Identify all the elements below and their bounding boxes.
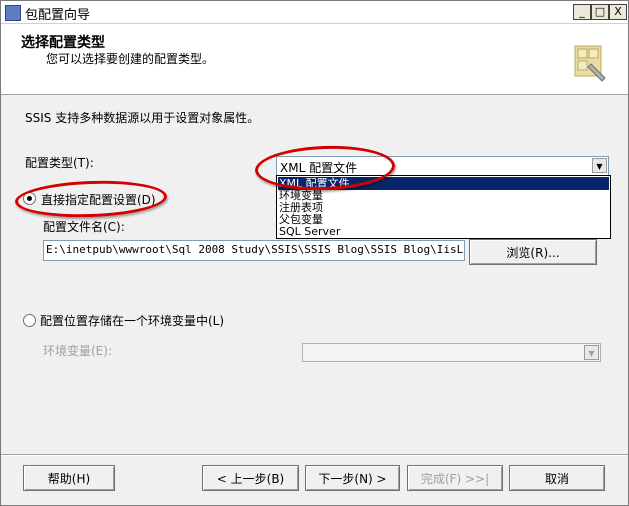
page-title: 选择配置类型 — [21, 35, 105, 51]
env-var-select[interactable]: ▼ — [302, 343, 601, 362]
browse-button[interactable]: 浏览(R)... — [469, 239, 597, 265]
chevron-down-icon[interactable]: ▼ — [584, 345, 599, 360]
next-button[interactable]: 下一步(N) > — [305, 465, 400, 491]
wizard-header: 选择配置类型 您可以选择要创建的配置类型。 — [1, 24, 628, 95]
env-var-radio-label[interactable]: 配置位置存储在一个环境变量中(L) — [40, 312, 224, 329]
help-button[interactable]: 帮助(H) — [23, 465, 115, 491]
filename-input[interactable]: E:\inetpub\wwwroot\Sql 2008 Study\SSIS\S… — [43, 240, 465, 261]
maximize-button[interactable]: □ — [591, 4, 609, 20]
env-var-radio[interactable] — [23, 314, 36, 327]
minimize-button[interactable]: _ — [573, 4, 591, 20]
back-button[interactable]: < 上一步(B) — [202, 465, 299, 491]
chevron-down-icon[interactable]: ▼ — [592, 158, 607, 173]
cancel-button[interactable]: 取消 — [509, 465, 605, 491]
dropdown-option-sql-server[interactable]: SQL Server — [279, 225, 340, 238]
close-button[interactable]: X — [609, 4, 627, 20]
filename-value: E:\inetpub\wwwroot\Sql 2008 Study\SSIS\S… — [46, 243, 465, 256]
title-bar: 包配置向导 _ □ X — [1, 1, 628, 24]
window-title: 包配置向导 — [25, 8, 91, 23]
wizard-window: 包配置向导 _ □ X 选择配置类型 您可以选择要创建的配置类型。 SSIS 支… — [0, 0, 629, 506]
app-icon — [5, 5, 21, 21]
finish-button[interactable]: 完成(F) >>| — [407, 465, 503, 491]
page-subtitle: 您可以选择要创建的配置类型。 — [46, 52, 215, 66]
env-var-label: 环境变量(E): — [43, 344, 112, 358]
intro-text: SSIS 支持多种数据源以用于设置对象属性。 — [25, 111, 260, 125]
wizard-puzzle-icon — [574, 45, 606, 82]
filename-label: 配置文件名(C): — [43, 220, 125, 234]
config-type-label: 配置类型(T): — [25, 156, 94, 170]
